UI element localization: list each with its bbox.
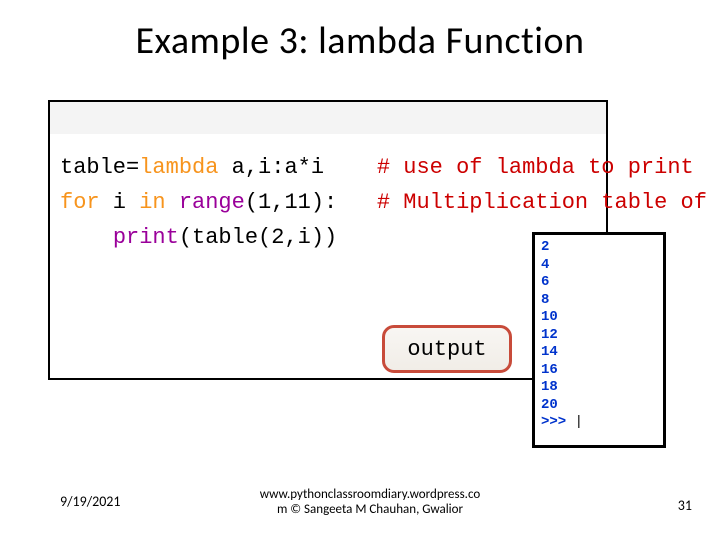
token-op: = [126, 155, 139, 180]
output-value: 12 [541, 327, 657, 345]
token-indent [60, 225, 113, 250]
token-punc: (1,11): [245, 190, 337, 215]
footer-date: 9/19/2021 [60, 493, 120, 510]
slide: Example 3: lambda Function table=lambda … [0, 0, 720, 540]
prompt-line: >>> | [541, 414, 657, 432]
output-value: 16 [541, 362, 657, 380]
footer-line2: m © Sangeeta M Chauhan, Gwalior [277, 502, 463, 517]
code-line-2: for i in range(1,11): # Multiplication t… [60, 185, 606, 220]
code-line-3: print(table(2,i)) [60, 220, 606, 255]
output-value: 18 [541, 379, 657, 397]
page-title: Example 3: lambda Function [0, 18, 720, 64]
code-block: table=lambda a,i:a*i # use of lambda to … [48, 100, 608, 380]
footer-line1: www.pythonclassroomdiary.wordpress.co [260, 487, 480, 502]
token-var: table [60, 155, 126, 180]
token-keyword: lambda [139, 155, 218, 180]
token-builtin: print [113, 225, 179, 250]
token-gap [324, 155, 377, 180]
output-box: 2 4 6 8 10 12 14 16 18 20 >>> | [532, 232, 666, 448]
output-value: 20 [541, 397, 657, 415]
output-value: 6 [541, 274, 657, 292]
token-comment: # Multiplication table of a [377, 190, 720, 215]
python-prompt: >>> [541, 414, 575, 430]
token-comment: # use of lambda to print [377, 155, 694, 180]
output-value: 2 [541, 239, 657, 257]
token-gap [337, 190, 377, 215]
footer-page-number: 31 [678, 497, 692, 514]
token-args: a,i:a*i [218, 155, 324, 180]
output-label: output [382, 325, 512, 373]
code-top-bar [50, 102, 606, 134]
output-value: 4 [541, 257, 657, 275]
output-value: 8 [541, 292, 657, 310]
token-builtin: range [179, 190, 245, 215]
cursor-icon: | [575, 414, 583, 430]
token-id: i [100, 190, 140, 215]
token-keyword: for [60, 190, 100, 215]
output-value: 10 [541, 309, 657, 327]
footer-attribution: www.pythonclassroomdiary.wordpress.co m … [240, 487, 500, 518]
token-gap [166, 190, 179, 215]
token-punc: (table(2,i)) [179, 225, 337, 250]
output-value: 14 [541, 344, 657, 362]
token-keyword: in [139, 190, 165, 215]
code-line-1: table=lambda a,i:a*i # use of lambda to … [60, 150, 606, 185]
